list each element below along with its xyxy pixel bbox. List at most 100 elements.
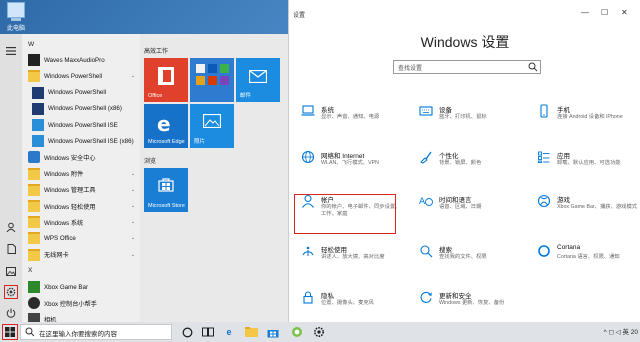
category-description: 位置、摄像头、麦克风 [321,300,374,306]
power-icon[interactable] [4,306,18,320]
powershell-ise-icon [32,135,44,148]
app-list-item[interactable]: Windows PowerShell ⌄ [22,68,140,84]
app-list-item[interactable]: Xbox 控制台小帮手 [22,295,140,311]
xbox-game-bar-icon [28,281,40,293]
app-list-item[interactable]: Windows 安全中心 [22,149,140,165]
settings-category-12[interactable]: Cortana Cortana 语言、权限、通知 [531,242,640,286]
file-explorer-icon[interactable] [244,325,258,339]
app-list-item-label: Windows PowerShell [44,72,103,80]
app-list-item-label: Windows 轻松使用 [44,203,96,211]
hamburger-menu-icon[interactable] [4,44,18,58]
office-tile-label: Office [148,93,163,99]
settings-category-1[interactable]: 系统 显示、声音、通知、电源 [295,102,405,146]
edge-tile-label: Microsoft Edge [148,139,185,145]
app-list-item[interactable]: 无线网卡 ⌄ [22,247,140,263]
app-mini-icon [196,76,205,85]
category-title: 时间和语言 [439,197,472,204]
office-tile[interactable]: Office [144,58,188,102]
settings-category-11[interactable]: 搜索 查找我的文件、权限 [413,242,523,286]
start-button[interactable] [2,324,18,340]
cortana-icon[interactable] [180,325,194,339]
chevron-down-icon: ⌄ [130,73,135,80]
pictures-icon[interactable] [4,264,18,278]
app-list-item[interactable]: WPS Office ⌄ [22,230,140,246]
store-taskbar-icon[interactable] [266,325,280,339]
category-description: 显示、声音、通知、电源 [321,114,380,120]
settings-taskbar-icon[interactable] [312,325,326,339]
powershell-ise-icon [32,119,44,131]
app-list-item[interactable]: Windows PowerShell ISE [22,117,140,133]
category-description: 蓝牙、打印机、鼠标 [439,114,487,120]
settings-category-3[interactable]: 手机 连接 Android 设备和 iPhone [531,102,640,146]
app-list-item[interactable]: Windows 管理工具 ⌄ [22,182,140,198]
settings-heading: Windows 设置 [420,34,510,50]
category-description: 卸载、默认应用、可选功能 [557,160,621,166]
maximize-icon[interactable]: ☐ [601,8,608,17]
category-description: WLAN、飞行模式、VPN [321,160,379,166]
category-title: 应用 [557,153,570,160]
documents-icon[interactable] [4,242,18,256]
app-list-item[interactable]: Windows PowerShell (x86) [22,101,140,117]
minimize-icon[interactable]: — [581,8,589,17]
settings-search-input[interactable]: 查找设置 [393,60,541,74]
app-list-letter-header[interactable]: X [22,263,140,279]
app-taskbar-icon[interactable] [290,325,304,339]
app-list-item[interactable]: Windows 系统 ⌄ [22,214,140,230]
settings-category-9[interactable]: 游戏 Xbox Game Bar、捕获、游戏模式 [531,192,640,236]
app-list-item[interactable]: Xbox Game Bar [22,279,140,295]
apps-icon [538,151,550,163]
settings-category-5[interactable]: 个性化 背景、锁屏、颜色 [413,148,523,192]
app-list-item[interactable]: Windows 轻松使用 ⌄ [22,198,140,214]
app-list-letter-header[interactable]: W [22,36,140,52]
folder-icon [28,183,40,196]
settings-gear-icon[interactable] [4,285,18,299]
app-list-item-label: 相机 [44,316,57,322]
this-pc-desktop-icon[interactable]: 此电脑 [2,2,30,32]
app-list-item[interactable]: Windows PowerShell ISE (x86) [22,133,140,149]
category-title: 个性化 [439,153,459,160]
category-description: Cortana 语言、权限、通知 [557,254,620,260]
category-title: 设备 [439,107,452,114]
edge-tile[interactable]: e Microsoft Edge [144,104,188,148]
settings-category-8[interactable]: A 时间和语言 语音、区域、日期 [413,192,523,236]
folder-icon [28,70,40,83]
app-list-item[interactable]: 相机 [22,311,140,322]
search-placeholder: 查找设置 [398,66,423,72]
settings-category-2[interactable]: 设备 蓝牙、打印机、鼠标 [413,102,523,146]
edge-taskbar-icon[interactable]: e [222,325,236,339]
app-list-item[interactable]: Windows PowerShell [22,85,140,101]
task-view-icon[interactable] [201,325,215,339]
desktop-icon-label: 此电脑 [6,26,25,32]
close-icon[interactable]: ✕ [621,8,628,17]
app-list-item[interactable]: Waves MaxxAudioPro [22,52,140,68]
ease-of-access-icon [302,246,314,256]
search-icon [25,327,35,337]
taskbar-search-box[interactable]: 在这里输入你要搜索的内容 [20,324,172,340]
app-list-item-label: Xbox 控制台小帮手 [44,300,97,308]
tiles-panel: 高效工作 Office 邮件 e Microsoft Edge 照片 浏览 Mi… [140,34,288,322]
app-list-item-label: Windows 安全中心 [44,154,96,162]
settings-category-10[interactable]: 轻松使用 讲述人、放大镜、高对比度 [295,242,405,286]
system-tray[interactable]: ^ ◻ ◁ 英 20 [604,326,638,336]
photos-tile[interactable]: 照片 [190,104,234,148]
app-list-item[interactable]: Windows 附件 ⌄ [22,166,140,182]
paint-icon [420,151,432,164]
store-tile[interactable]: Microsoft Store [144,168,188,212]
app-list-item-label: Windows PowerShell (x86) [48,105,122,113]
user-icon[interactable] [4,220,18,234]
store-tile-label: Microsoft Store [148,203,185,209]
settings-category-6[interactable]: 应用 卸载、默认应用、可选功能 [531,148,640,192]
accounts-highlight-box [294,194,396,234]
app-list-item-label: 无线网卡 [44,252,69,260]
app-list-item-label: Xbox Game Bar [44,283,89,291]
app-list-item-label: Windows 系统 [44,219,84,227]
group-browse-label: 浏览 [144,159,157,165]
category-description: Xbox Game Bar、捕获、游戏模式 [557,204,638,210]
category-description: Windows 更新、恢复、备份 [439,300,505,306]
app-group-tile[interactable] [190,58,234,102]
mail-tile[interactable]: 邮件 [236,58,280,102]
folder-icon [28,200,40,212]
start-rail [0,34,22,322]
settings-category-4[interactable]: 网络和 Internet WLAN、飞行模式、VPN [295,148,405,192]
start-menu: W Waves MaxxAudioPro Windows PowerShell ⌄ Wi… [0,34,288,322]
